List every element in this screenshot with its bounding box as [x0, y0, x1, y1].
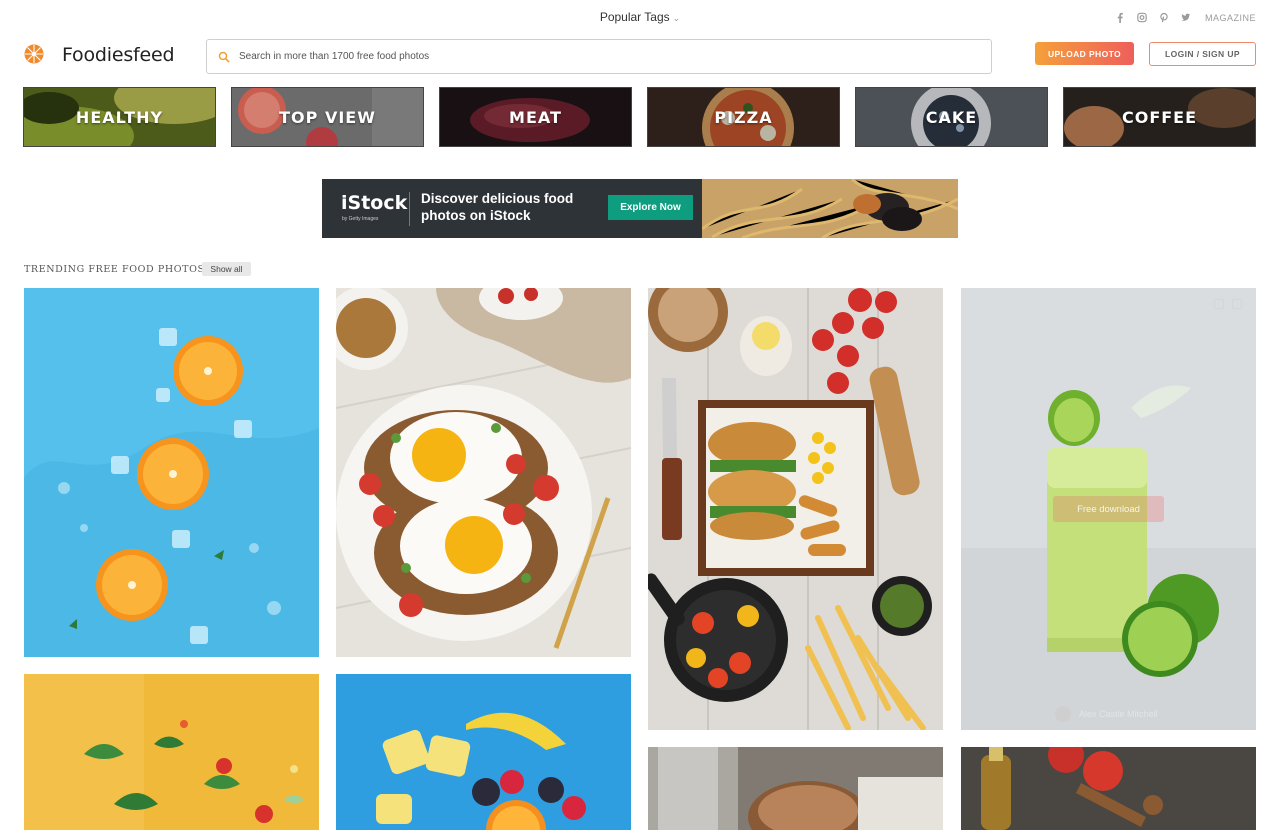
like-icon[interactable]	[1232, 299, 1242, 309]
category-coffee[interactable]: COFFEE	[1063, 87, 1256, 147]
photo-tile-lime-drink[interactable]: Free download Alex Castle Mitchell	[961, 288, 1256, 730]
category-label: CAKE	[925, 107, 978, 127]
photo-burgers-and-fries	[648, 288, 943, 730]
chevron-down-icon: ⌄	[672, 13, 681, 23]
photo-author[interactable]: Alex Castle Mitchell	[1055, 706, 1158, 722]
category-cake[interactable]: CAKE	[855, 87, 1048, 147]
magazine-link[interactable]: MAGAZINE	[1205, 13, 1256, 23]
search-icon	[218, 51, 230, 63]
istock-banner-ad[interactable]: iStock by Getty Images Discover deliciou…	[322, 179, 958, 238]
login-signup-button[interactable]: LOGIN / SIGN UP	[1149, 42, 1256, 66]
explore-now-button[interactable]: Explore Now	[608, 195, 693, 220]
free-download-button[interactable]: Free download	[1053, 496, 1164, 522]
photo-tile-flying-fruit[interactable]	[336, 674, 631, 830]
photo-fried-eggs-on-toast	[336, 288, 631, 657]
photo-tile-tomatoes-oil[interactable]	[961, 747, 1256, 830]
popular-tags-dropdown[interactable]: Popular Tags ⌄	[0, 10, 1280, 24]
pinterest-icon[interactable]	[1159, 12, 1169, 23]
search-input[interactable]	[239, 51, 939, 62]
photo-herbs-on-yellow	[24, 674, 319, 830]
facebook-icon[interactable]	[1115, 12, 1125, 23]
logo-icon[interactable]	[24, 44, 44, 64]
photo-tile-yellow-herbs[interactable]	[24, 674, 319, 830]
show-all-button[interactable]: Show all	[202, 262, 251, 276]
popular-tags-label: Popular Tags	[599, 10, 670, 24]
category-label: TOP VIEW	[279, 107, 376, 127]
upload-photo-button[interactable]: UPLOAD PHOTO	[1035, 42, 1134, 65]
banner-pasta-image	[702, 179, 958, 238]
tile-actions	[1214, 299, 1242, 309]
photo-tile-oranges[interactable]	[24, 288, 319, 657]
category-top-view[interactable]: TOP VIEW	[231, 87, 424, 147]
category-strip: HEALTHY TOP VIEW MEAT PIZZA CAKE COFFEE	[23, 87, 1257, 147]
instagram-icon[interactable]	[1137, 12, 1147, 23]
search-bar[interactable]	[206, 39, 992, 74]
top-bar: Popular Tags ⌄ MAGAZINE	[0, 0, 1280, 34]
istock-logo: iStock	[341, 192, 408, 214]
category-healthy[interactable]: HEALTHY	[23, 87, 216, 147]
banner-headline: Discover delicious food photos on iStock	[421, 191, 574, 223]
photo-oranges-on-blue	[24, 288, 319, 657]
photo-tile-pastry[interactable]	[648, 747, 943, 830]
twitter-icon[interactable]	[1181, 12, 1191, 23]
banner-divider	[409, 192, 410, 226]
collection-icon[interactable]	[1214, 299, 1224, 309]
category-meat[interactable]: MEAT	[439, 87, 632, 147]
social-links: MAGAZINE	[1115, 12, 1256, 23]
logo-text[interactable]: Foodiesfeed	[62, 44, 175, 66]
category-pizza[interactable]: PIZZA	[647, 87, 840, 147]
category-label: PIZZA	[714, 107, 773, 127]
category-label: COFFEE	[1121, 107, 1198, 127]
photo-tomatoes-and-oil	[961, 747, 1256, 830]
photo-fruit-on-blue	[336, 674, 631, 830]
trending-title: TRENDING FREE FOOD PHOTOS	[24, 264, 205, 275]
photo-tile-eggs-toast[interactable]	[336, 288, 631, 657]
author-name: Alex Castle Mitchell	[1079, 709, 1158, 719]
photo-pastry	[648, 747, 943, 830]
photo-tile-burgers[interactable]	[648, 288, 943, 730]
istock-logo-sub: by Getty Images	[342, 216, 379, 222]
header: Foodiesfeed UPLOAD PHOTO LOGIN / SIGN UP	[0, 34, 1280, 80]
category-label: HEALTHY	[75, 107, 164, 127]
category-label: MEAT	[509, 107, 562, 127]
avatar	[1055, 706, 1071, 722]
